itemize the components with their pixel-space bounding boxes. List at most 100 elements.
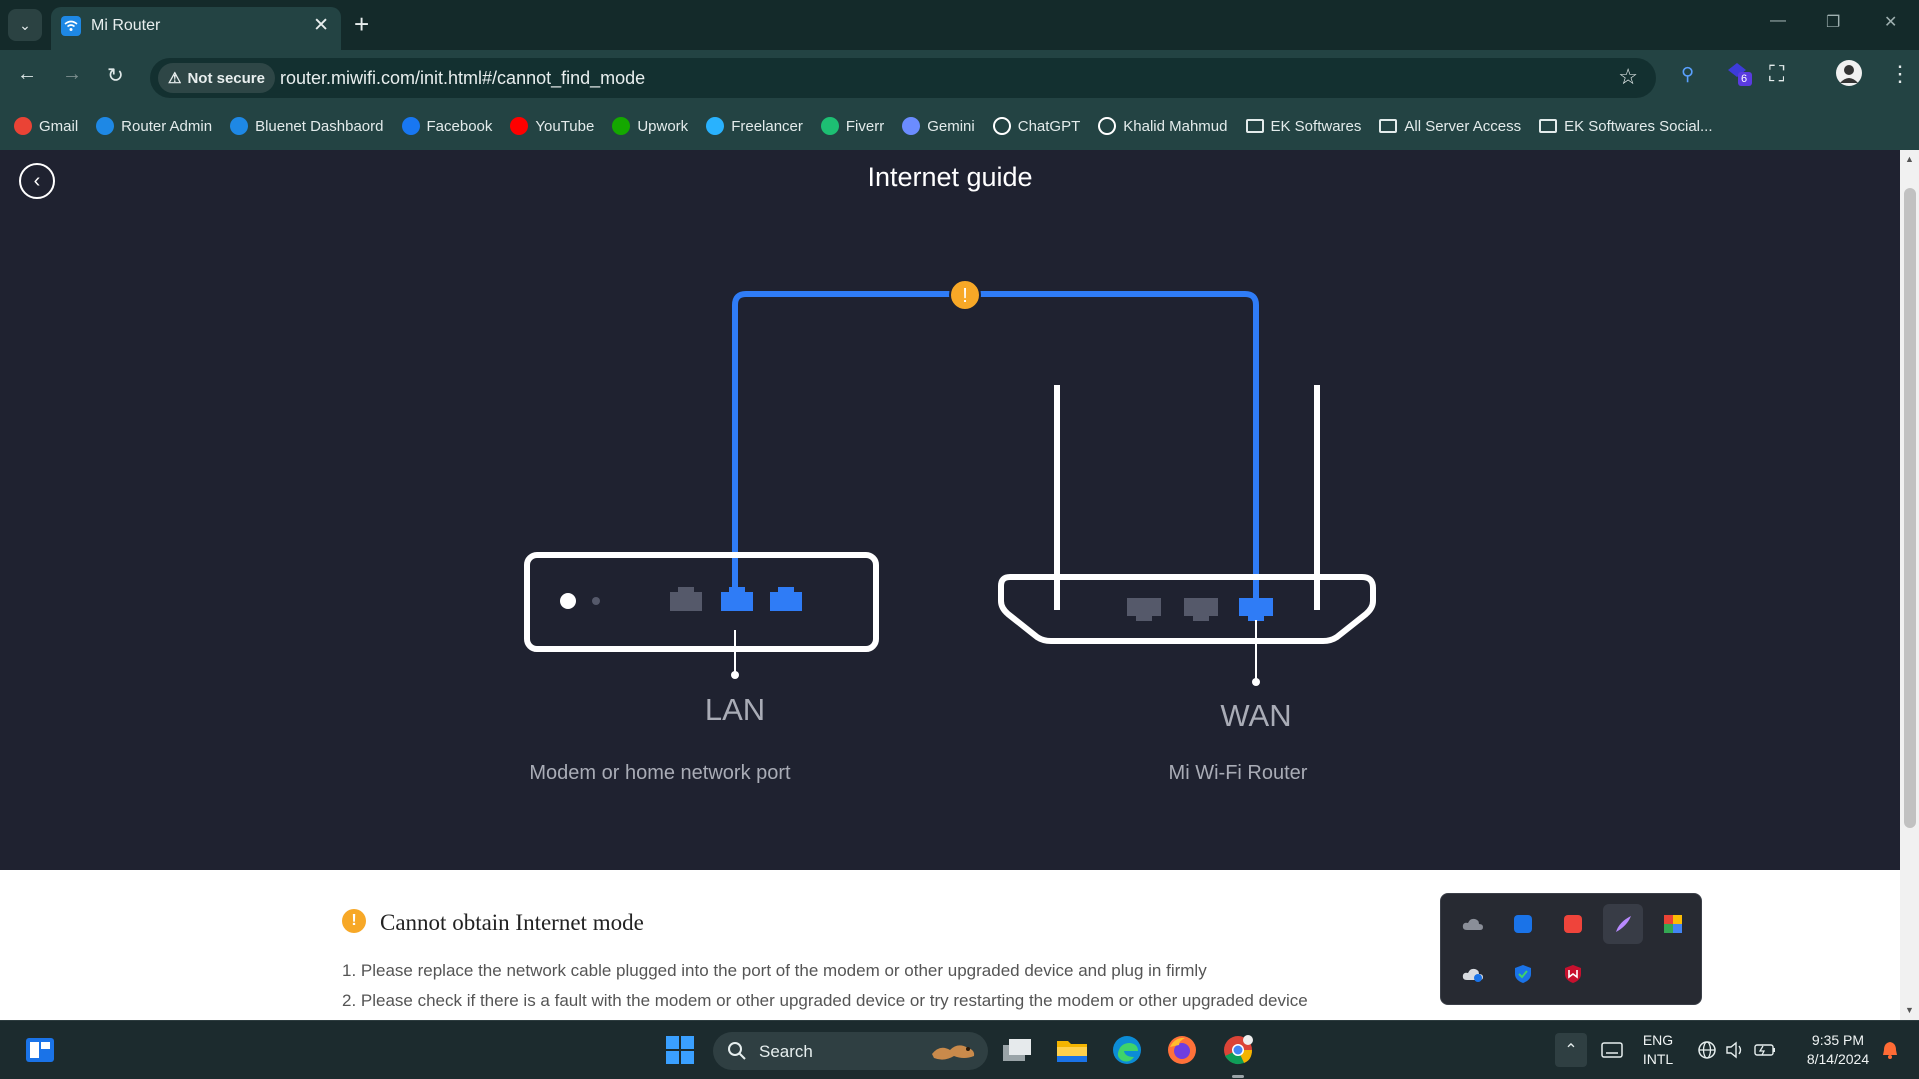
google-app-icon[interactable]	[1653, 904, 1693, 944]
security-label: Not secure	[187, 69, 265, 87]
battery-icon[interactable]	[1748, 1033, 1782, 1067]
bookmark-item[interactable]: Gemini	[902, 117, 975, 135]
wan-pointer-dot	[1252, 678, 1260, 686]
page-scrollbar[interactable]: ▲ ▼	[1900, 150, 1919, 1020]
chrome-icon[interactable]	[1221, 1033, 1255, 1067]
more-menu-icon[interactable]: ⋮	[1889, 61, 1911, 87]
close-window-icon[interactable]: ✕	[1884, 12, 1897, 32]
connection-diagram: !	[524, 279, 1376, 686]
address-bar[interactable]: ⚠ Not secure router.miwifi.com/init.html…	[150, 58, 1656, 98]
warning-icon: !	[342, 909, 366, 933]
scroll-up-icon[interactable]: ▲	[1905, 154, 1914, 164]
bookmark-label: EK Softwares Social...	[1564, 117, 1713, 135]
bookmark-label: Facebook	[426, 117, 493, 135]
bookmark-item[interactable]: Khalid Mahmud	[1098, 117, 1228, 135]
folder-icon	[1245, 119, 1264, 133]
router-caption: Mi Wi-Fi Router	[1168, 762, 1308, 784]
freelancer-icon	[706, 117, 725, 135]
bookmark-label: Freelancer	[731, 117, 803, 135]
browser-toolbar: ← → ↻ ⚠ Not secure router.miwifi.com/ini…	[0, 50, 1919, 102]
lan-pointer-dot	[731, 671, 739, 679]
bookmark-item[interactable]: Freelancer	[706, 117, 803, 135]
feather-app-icon[interactable]	[1603, 904, 1643, 944]
extension-badge-count: 6	[1741, 73, 1748, 85]
folder-icon	[1539, 119, 1558, 133]
scroll-down-icon[interactable]: ▼	[1905, 1005, 1914, 1015]
volume-icon[interactable]	[1718, 1033, 1752, 1067]
back-arrow-icon[interactable]: ←	[17, 63, 37, 86]
youtube-icon	[510, 117, 529, 135]
bookmark-item[interactable]: EK Softwares	[1245, 117, 1362, 135]
widgets-icon[interactable]	[23, 1033, 57, 1067]
bookmark-item[interactable]: YouTube	[510, 117, 594, 135]
tray-expand-chevron-icon[interactable]: ⌃	[1555, 1033, 1587, 1067]
key-extension-icon[interactable]: ⚲	[1681, 64, 1694, 85]
language-bottom: INTL	[1642, 1051, 1674, 1067]
wifi-icon	[230, 117, 249, 135]
facebook-icon	[401, 117, 420, 135]
windows-start-icon[interactable]	[663, 1033, 697, 1067]
url-text[interactable]: router.miwifi.com/init.html#/cannot_find…	[280, 68, 645, 89]
anydesk-icon[interactable]	[1553, 904, 1593, 944]
bookmark-label: YouTube	[535, 117, 595, 135]
bookmark-item[interactable]: Bluenet Dashbaord	[230, 117, 384, 135]
firefox-icon[interactable]	[1165, 1033, 1199, 1067]
forward-arrow-icon[interactable]: →	[62, 63, 82, 86]
chevron-down-icon: ⌄	[19, 16, 31, 33]
close-tab-icon[interactable]: ✕	[313, 14, 329, 37]
restore-icon[interactable]: ❐	[1826, 12, 1840, 32]
bookmark-item[interactable]: Fiverr	[820, 117, 884, 135]
tab-strip: ⌄ Mi Router ✕ + — ❐ ✕	[0, 0, 1919, 50]
language-indicator[interactable]: ENG INTL	[1636, 1031, 1680, 1069]
bookmark-item[interactable]: Upwork	[612, 117, 688, 135]
taskbar-search-box[interactable]: Search	[713, 1032, 988, 1070]
tab-mi-router[interactable]: Mi Router ✕	[51, 7, 341, 50]
network-cable	[732, 291, 1259, 605]
minimize-icon[interactable]: —	[1770, 12, 1786, 30]
scroll-thumb[interactable]	[1904, 188, 1916, 828]
profile-avatar[interactable]	[1835, 59, 1863, 92]
bookmark-item[interactable]: Router Admin	[96, 117, 212, 135]
notification-bell-icon[interactable]	[1873, 1033, 1907, 1067]
mcafee-icon[interactable]	[1553, 954, 1593, 994]
router-port-wan	[1239, 598, 1273, 621]
bookmark-label: Router Admin	[121, 117, 213, 135]
bookmark-item[interactable]: ChatGPT	[992, 117, 1080, 135]
router-port-2	[1184, 598, 1218, 621]
task-view-icon[interactable]	[1000, 1033, 1034, 1067]
onedrive-icon[interactable]	[1453, 904, 1493, 944]
chatgpt-icon	[992, 117, 1011, 135]
error-step-1: 1. Please replace the network cable plug…	[342, 961, 1207, 980]
lan-label: LAN	[704, 692, 766, 727]
wifi-icon	[96, 117, 115, 135]
security-shield-icon[interactable]	[1503, 954, 1543, 994]
extensions-puzzle-icon[interactable]: ⛶	[1769, 61, 1784, 87]
edge-browser-icon[interactable]	[1110, 1033, 1144, 1067]
gmail-icon	[14, 117, 32, 135]
extension-badge-icon[interactable]: 6	[1724, 58, 1754, 93]
chrome-active-indicator	[1232, 1075, 1244, 1078]
wifi-icon	[61, 16, 81, 36]
tab-search-button[interactable]: ⌄	[8, 9, 42, 41]
reload-icon[interactable]: ↻	[107, 63, 124, 88]
modem-led-large	[560, 593, 576, 609]
security-chip[interactable]: ⚠ Not secure	[158, 63, 275, 93]
bookmark-item[interactable]: Gmail	[14, 117, 78, 135]
github-icon	[1098, 117, 1117, 135]
bookmark-item[interactable]: Facebook	[401, 117, 493, 135]
folder-icon	[1379, 119, 1398, 133]
bookmark-label: EK Softwares	[1270, 117, 1362, 135]
keyboard-icon[interactable]	[1595, 1033, 1629, 1067]
network-cloud-icon[interactable]	[1453, 954, 1493, 994]
bookmark-star-icon[interactable]: ☆	[1618, 64, 1638, 90]
bookmark-item[interactable]: EK Softwares Social...	[1539, 117, 1713, 135]
file-explorer-icon[interactable]	[1055, 1033, 1089, 1067]
bookmark-label: Gemini	[927, 117, 975, 135]
meet-app-icon[interactable]	[1503, 904, 1543, 944]
bookmarks-bar: Gmail Router Admin Bluenet Dashbaord Facebo…	[0, 102, 1919, 150]
modem-port-lan	[721, 587, 753, 611]
new-tab-button[interactable]: +	[354, 9, 369, 40]
tray-overflow-popup	[1440, 893, 1702, 1005]
bookmark-label: Gmail	[39, 117, 79, 135]
bookmark-item[interactable]: All Server Access	[1379, 118, 1521, 135]
